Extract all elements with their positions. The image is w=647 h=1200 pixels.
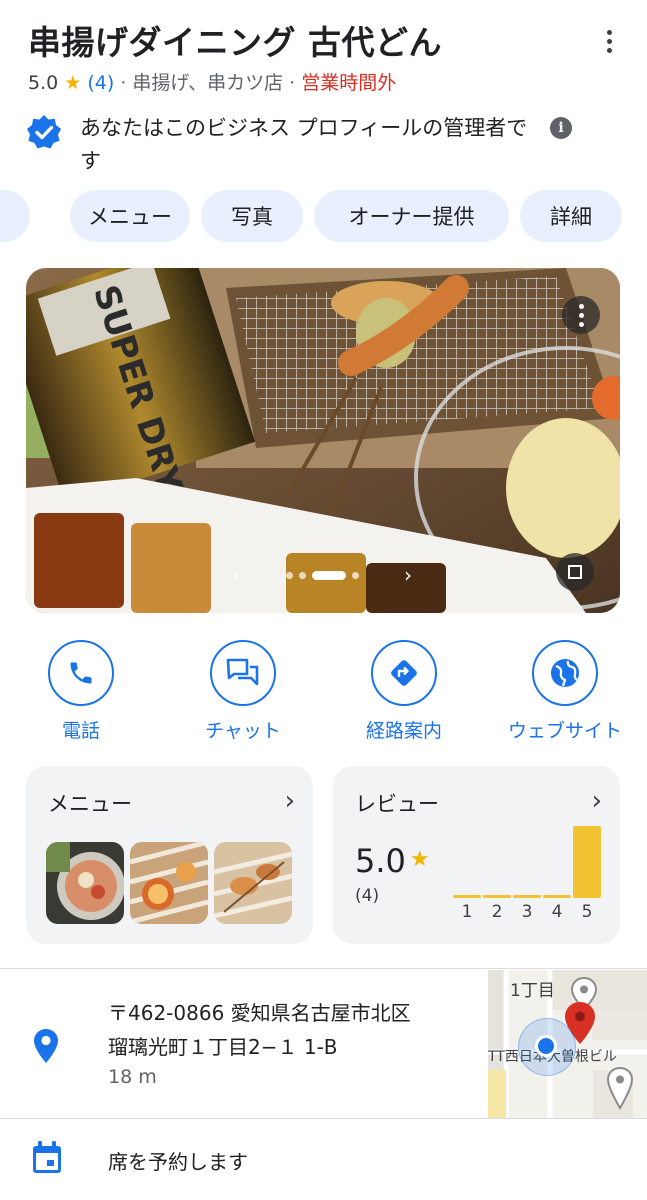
reserve-table-button[interactable]: 席を予約します [108, 1146, 248, 1175]
photo-image: SUPER DRY [26, 268, 620, 613]
more-options-button[interactable] [594, 26, 624, 56]
call-button[interactable]: 電話 [6, 640, 156, 743]
review-count-link[interactable]: (4) [87, 72, 114, 94]
chat-label: チャット [205, 720, 281, 742]
photo-carousel-controls: ‹ › [232, 563, 412, 587]
divider [0, 968, 647, 969]
website-button[interactable]: ウェブサイト [490, 640, 640, 743]
address-text[interactable]: 〒462-0866 愛知県名古屋市北区 瑠璃光町１丁目2−１ 1-B [108, 996, 411, 1064]
mini-map[interactable]: 1丁目 TT西日本大曽根ビル [488, 970, 647, 1118]
menu-thumbnail[interactable] [46, 842, 124, 924]
rating-bar-1 [453, 895, 481, 898]
website-label: ウェブサイト [507, 720, 622, 742]
verified-badge-icon [27, 115, 61, 149]
menu-card[interactable]: メニュー › [26, 766, 313, 944]
directions-icon [371, 640, 437, 706]
location-pin-icon [34, 1029, 58, 1063]
expand-photo-button[interactable] [556, 553, 594, 591]
divider [0, 1118, 647, 1119]
review-chevron-icon: › [591, 786, 602, 816]
map-poi-icon [606, 1066, 634, 1110]
chip-photos[interactable]: 写真 [201, 190, 303, 242]
address-line-2: 瑠璃光町１丁目2−１ 1-B [108, 1035, 338, 1059]
menu-thumbnail[interactable] [130, 842, 208, 924]
review-rating-value: 5.0 [355, 842, 406, 880]
rating-star-icon: ★ [64, 72, 82, 94]
phone-icon [48, 640, 114, 706]
review-star-icon: ★ [409, 847, 430, 872]
carousel-prev-button[interactable]: ‹ [232, 563, 240, 587]
address-line-1: 〒462-0866 愛知県名古屋市北区 [108, 1001, 411, 1025]
chip-owner-provided[interactable]: オーナー提供 [314, 190, 509, 242]
call-label: 電話 [61, 720, 100, 742]
chip-menu[interactable]: メニュー [70, 190, 190, 242]
globe-icon [532, 640, 598, 706]
menu-chevron-icon: › [284, 786, 295, 816]
rating-bar-5 [573, 826, 601, 898]
chat-icon [210, 640, 276, 706]
rating-bar-2 [483, 895, 511, 898]
rating-bar-label: 3 [521, 902, 533, 922]
opening-status[interactable]: 営業時間外 [301, 72, 396, 94]
review-card-title: レビュー [355, 792, 439, 816]
review-count: (4) [355, 886, 380, 906]
place-photo[interactable]: SUPER DRY ‹ › [26, 268, 620, 613]
place-title: 串揚げダイニング 古代どん [28, 23, 442, 62]
map-area-label: 1丁目 [510, 981, 555, 1001]
calendar-icon [33, 1141, 61, 1173]
rating-value: 5.0 [28, 72, 59, 94]
carousel-dots [285, 570, 359, 580]
info-icon[interactable]: i [550, 117, 572, 139]
menu-card-title: メニュー [48, 792, 132, 816]
rating-line: 5.0 ★ (4) · 串揚げ、串カツ店 · 営業時間外 [28, 68, 396, 95]
rating-bar-3 [513, 895, 541, 898]
directions-label: 経路案内 [365, 720, 442, 742]
rating-bar-label: 1 [461, 902, 473, 922]
distance-text: 18 m [108, 1066, 157, 1088]
rating-bar-4 [543, 895, 571, 898]
chip-details[interactable]: 詳細 [520, 190, 622, 242]
rating-bar-label: 2 [491, 902, 503, 922]
rating-bar-label: 5 [581, 902, 593, 922]
chat-button[interactable]: チャット [168, 640, 318, 743]
review-rating: 5.0 ★ [355, 842, 430, 880]
owner-notice-text: あなたはこのビジネス プロフィールの管理者です [80, 116, 528, 173]
category-label: · 串揚げ、串カツ店 · [120, 72, 296, 94]
rating-bar-label: 4 [551, 902, 563, 922]
review-card[interactable]: レビュー › 5.0 ★ (4) 12345 [333, 766, 620, 944]
chip-partial[interactable] [0, 190, 30, 242]
current-location-dot-icon [535, 1035, 557, 1057]
carousel-next-button[interactable]: › [404, 563, 412, 587]
directions-button[interactable]: 経路案内 [329, 640, 479, 743]
photo-more-button[interactable] [562, 296, 600, 334]
menu-thumbnail[interactable] [214, 842, 292, 924]
